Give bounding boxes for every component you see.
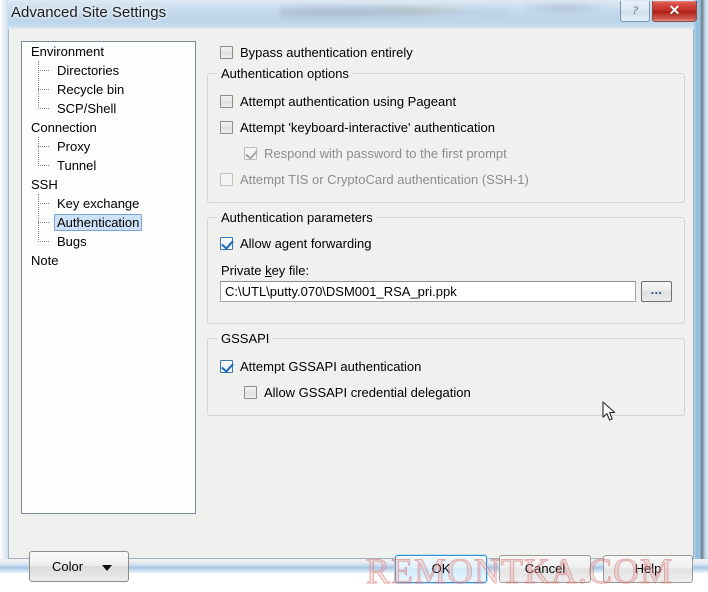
close-icon: ✕	[668, 2, 681, 18]
sidebar-item-label: Proxy	[57, 139, 91, 154]
sidebar-item-label: Recycle bin	[57, 82, 125, 97]
sidebar-item-label: Bugs	[57, 234, 87, 249]
authentication-options-group: Authentication options Attempt authentic…	[207, 66, 685, 203]
settings-content-panel: Bypass authentication entirely Authentic…	[207, 39, 685, 416]
sidebar-item-label: Tunnel	[57, 158, 97, 173]
sidebar-item-label: Connection	[31, 120, 97, 135]
auth-option-row-respond-with-password-to-the-first-prompt: Respond with password to the first promp…	[244, 140, 672, 166]
gssapi-row-allow-gssapi-credential-delegation[interactable]: Allow GSSAPI credential delegation	[244, 379, 672, 405]
sidebar-item-environment[interactable]: Environment	[22, 42, 195, 61]
sidebar-item-tunnel[interactable]: Tunnel	[22, 156, 195, 175]
sidebar-item-bugs[interactable]: Bugs	[22, 232, 195, 251]
auth-option-checkbox-attempt-tis-or-cryptocard-authentication-ssh-1	[220, 172, 233, 186]
auth-option-checkbox-attempt-authentication-using-pageant[interactable]	[220, 94, 233, 108]
gssapi-group: GSSAPI Attempt GSSAPI authentication Allo…	[207, 331, 685, 416]
color-button[interactable]: Color	[29, 551, 129, 582]
browse-private-key-button[interactable]: ...	[641, 281, 672, 302]
auth-option-row-attempt-keyboard-interactive-authentication[interactable]: Attempt 'keyboard-interactive' authentic…	[220, 114, 672, 140]
gssapi-title: GSSAPI	[217, 331, 274, 346]
agent-forwarding-row[interactable]: Allow agent forwarding	[220, 232, 672, 254]
tree-connector-line	[38, 194, 39, 242]
background-window-blur-secondary	[525, 0, 620, 16]
sidebar-item-key-exchange[interactable]: Key exchange	[22, 194, 195, 213]
sidebar-item-scp-shell[interactable]: SCP/Shell	[22, 99, 195, 118]
auth-option-row-attempt-authentication-using-pageant[interactable]: Attempt authentication using Pageant	[220, 88, 672, 114]
title-bar[interactable]: Advanced Site Settings ? ✕	[0, 0, 708, 29]
agent-forwarding-checkbox[interactable]	[220, 236, 233, 250]
private-key-file-row: C:\UTL\putty.070\DSM001_RSA_pri.ppk ...	[220, 281, 672, 302]
bypass-authentication-checkbox[interactable]	[220, 45, 233, 59]
cancel-button[interactable]: Cancel	[499, 555, 591, 583]
question-mark-icon: ?	[632, 3, 638, 17]
color-button-label: Color	[52, 559, 84, 574]
private-key-file-input[interactable]: C:\UTL\putty.070\DSM001_RSA_pri.ppk	[220, 281, 636, 302]
sidebar-item-proxy[interactable]: Proxy	[22, 137, 195, 156]
ellipsis-icon: ...	[650, 283, 663, 297]
auth-option-row-attempt-tis-or-cryptocard-authentication-ssh-1: Attempt TIS or CryptoCard authentication…	[220, 166, 672, 192]
bypass-authentication-row[interactable]: Bypass authentication entirely	[220, 39, 685, 65]
sidebar-item-label: SSH	[31, 177, 58, 192]
authentication-parameters-title: Authentication parameters	[217, 210, 377, 225]
authentication-options-title: Authentication options	[217, 66, 353, 81]
sidebar-item-label: Note	[31, 253, 59, 268]
auth-option-checkbox-respond-with-password-to-the-first-prompt	[244, 146, 257, 160]
ok-button[interactable]: OK	[395, 555, 487, 583]
sidebar-item-label: Directories	[57, 63, 120, 78]
gssapi-checkbox-allow-gssapi-credential-delegation[interactable]	[244, 385, 257, 399]
advanced-site-settings-window: Advanced Site Settings ? ✕ Environment Di…	[0, 0, 708, 592]
sidebar-item-label: Authentication	[54, 214, 143, 231]
auth-option-label-attempt-authentication-using-pageant: Attempt authentication using Pageant	[240, 93, 457, 109]
agent-forwarding-label: Allow agent forwarding	[240, 235, 372, 251]
sidebar-item-label: SCP/Shell	[57, 101, 117, 116]
dialog-client-area: Environment Directories Recycle bin SCP/She…	[8, 29, 694, 592]
gssapi-row-attempt-gssapi-authentication[interactable]: Attempt GSSAPI authentication	[220, 353, 672, 379]
auth-option-checkbox-attempt-keyboard-interactive-authentication[interactable]	[220, 120, 233, 134]
sidebar-item-recycle-bin[interactable]: Recycle bin	[22, 80, 195, 99]
sidebar-item-label: Key exchange	[57, 196, 140, 211]
sidebar-item-authentication[interactable]: Authentication	[22, 213, 195, 232]
bypass-authentication-label: Bypass authentication entirely	[240, 44, 413, 60]
authentication-parameters-group: Authentication parameters Allow agent fo…	[207, 210, 685, 324]
titlebar-help-button[interactable]: ?	[620, 1, 650, 22]
gssapi-label-attempt-gssapi-authentication: Attempt GSSAPI authentication	[240, 358, 422, 374]
sidebar-item-directories[interactable]: Directories	[22, 61, 195, 80]
tree-connector-line	[38, 61, 39, 109]
private-key-file-label: Private key file:	[221, 263, 672, 278]
sidebar-item-label: Environment	[31, 44, 104, 59]
gssapi-label-allow-gssapi-credential-delegation: Allow GSSAPI credential delegation	[264, 384, 471, 400]
sidebar-item-ssh[interactable]: SSH	[22, 175, 195, 194]
gssapi-body: Attempt GSSAPI authentication Allow GSSAP…	[208, 339, 684, 415]
auth-option-label-attempt-tis-or-cryptocard-authentication-ssh-1: Attempt TIS or CryptoCard authentication…	[240, 171, 529, 187]
titlebar-close-button[interactable]: ✕	[652, 1, 697, 22]
window-right-border	[694, 0, 708, 573]
settings-tree[interactable]: Environment Directories Recycle bin SCP/She…	[21, 41, 196, 514]
tree-connector-line	[38, 137, 39, 166]
window-left-border	[0, 0, 8, 573]
chevron-down-icon	[102, 565, 112, 571]
auth-option-label-attempt-keyboard-interactive-authentication: Attempt 'keyboard-interactive' authentic…	[240, 119, 495, 135]
help-button[interactable]: Help	[603, 555, 693, 583]
private-key-label-pre: Private	[221, 263, 266, 278]
sidebar-item-connection[interactable]: Connection	[22, 118, 195, 137]
sidebar-item-note[interactable]: Note	[22, 251, 195, 270]
auth-option-label-respond-with-password-to-the-first-prompt: Respond with password to the first promp…	[264, 145, 507, 161]
window-title: Advanced Site Settings	[11, 4, 167, 21]
authentication-options-body: Attempt authentication using Pageant Atte…	[208, 74, 684, 202]
gssapi-checkbox-attempt-gssapi-authentication[interactable]	[220, 359, 233, 373]
background-window-blur	[280, 0, 510, 22]
private-key-label-post: ey file:	[271, 263, 310, 278]
